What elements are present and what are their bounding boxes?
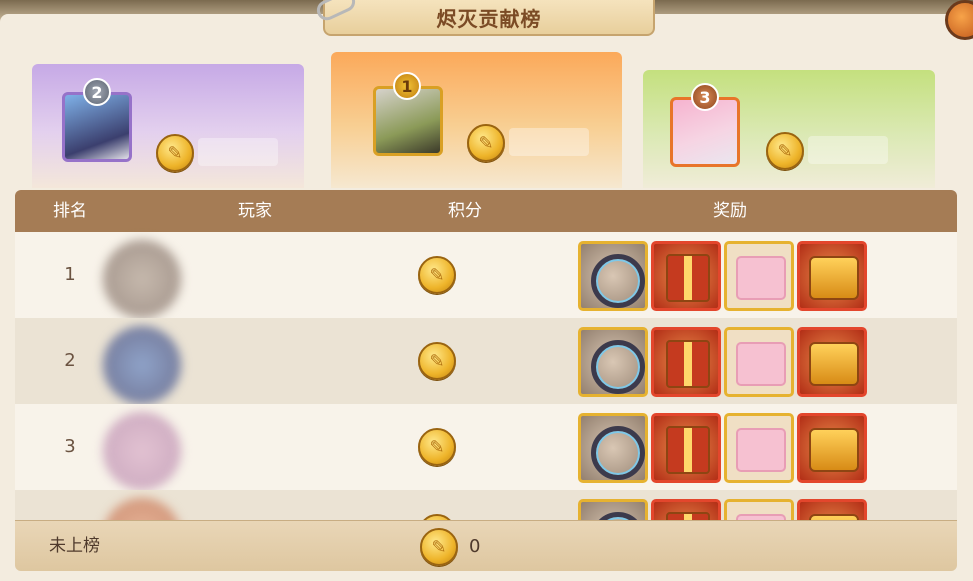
avatar[interactable] (103, 240, 181, 318)
header-rank: 排名 (53, 201, 87, 221)
rank-number: 3 (64, 436, 76, 457)
reward-list (578, 241, 867, 311)
score-field (509, 128, 589, 156)
page-title: 烬灭贡献榜 (436, 6, 542, 31)
rank-badge: 2 (83, 78, 111, 106)
title-banner: 烬灭贡献榜 (323, 0, 655, 36)
rank-number: 1 (64, 264, 76, 285)
podium-rank-3: 3 ✎ (643, 70, 935, 188)
gift-box-icon[interactable] (651, 241, 721, 311)
my-score: 0 (469, 536, 481, 557)
header-score: 积分 (448, 201, 482, 221)
coin-icon: ✎ (418, 256, 456, 294)
coin-icon: ✎ (420, 528, 458, 566)
avatar-frame-icon[interactable] (724, 241, 794, 311)
score-field (198, 138, 278, 166)
my-rank-footer: 未上榜 ✎ 0 (15, 520, 957, 571)
treasure-chest-icon[interactable] (797, 413, 867, 483)
rank-badge: 1 (393, 72, 421, 100)
table-row[interactable]: 3 ✎ (15, 404, 957, 490)
avatar-frame-icon[interactable] (724, 413, 794, 483)
coin-icon: ✎ (766, 132, 804, 170)
not-ranked-label: 未上榜 (49, 536, 100, 556)
rank-number: 2 (64, 350, 76, 371)
score-field (808, 136, 888, 164)
gift-box-icon[interactable] (651, 327, 721, 397)
table-row[interactable]: 1 ✎ (15, 232, 957, 318)
ring-icon[interactable] (578, 413, 648, 483)
avatar[interactable] (103, 326, 181, 404)
coin-icon: ✎ (418, 428, 456, 466)
gift-box-icon[interactable] (651, 413, 721, 483)
ring-icon[interactable] (578, 241, 648, 311)
treasure-chest-icon[interactable] (797, 241, 867, 311)
treasure-chest-icon[interactable] (797, 327, 867, 397)
reward-list (578, 327, 867, 397)
header-player: 玩家 (238, 201, 272, 221)
ranking-table: 排名 玩家 积分 奖励 1 ✎ 2 ✎ 3 ✎ 未上榜 ✎ 0 (15, 190, 957, 571)
table-row[interactable]: 2 ✎ (15, 318, 957, 404)
header-reward: 奖励 (713, 201, 747, 221)
coin-icon: ✎ (467, 124, 505, 162)
reward-list (578, 413, 867, 483)
avatar-frame-icon[interactable] (724, 327, 794, 397)
coin-icon: ✎ (156, 134, 194, 172)
avatar[interactable] (103, 412, 181, 490)
coin-icon: ✎ (418, 342, 456, 380)
ring-icon[interactable] (578, 327, 648, 397)
rank-badge: 3 (691, 83, 719, 111)
table-header: 排名 玩家 积分 奖励 (15, 190, 957, 232)
podium-rank-1: 1 ✎ (331, 52, 622, 188)
podium-rank-2: 2 ✎ (32, 64, 304, 188)
